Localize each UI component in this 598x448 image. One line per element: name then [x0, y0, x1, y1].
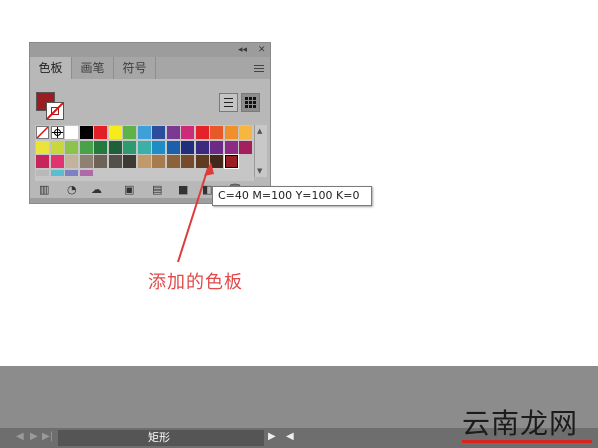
annotation-arrow-head: [204, 162, 214, 176]
status-field[interactable]: 矩形: [58, 430, 264, 446]
annotation-label: 添加的色板: [148, 272, 243, 293]
watermark-logo: 云南龙网: [462, 402, 596, 446]
watermark-text: 云南龙网: [462, 407, 579, 440]
status-label: 矩形: [148, 431, 170, 444]
status-menu-button[interactable]: ▶: [268, 431, 276, 442]
swatch-tooltip: C=40 M=100 Y=100 K=0: [212, 186, 372, 206]
last-artboard-icon[interactable]: ▶|: [42, 431, 53, 442]
first-artboard-icon[interactable]: ◀: [16, 431, 24, 442]
scroll-left-icon[interactable]: ◀: [286, 431, 294, 442]
annotation-arrow-line: [177, 167, 209, 263]
watermark-underline: [462, 440, 592, 443]
next-artboard-icon[interactable]: ▶: [30, 431, 38, 442]
